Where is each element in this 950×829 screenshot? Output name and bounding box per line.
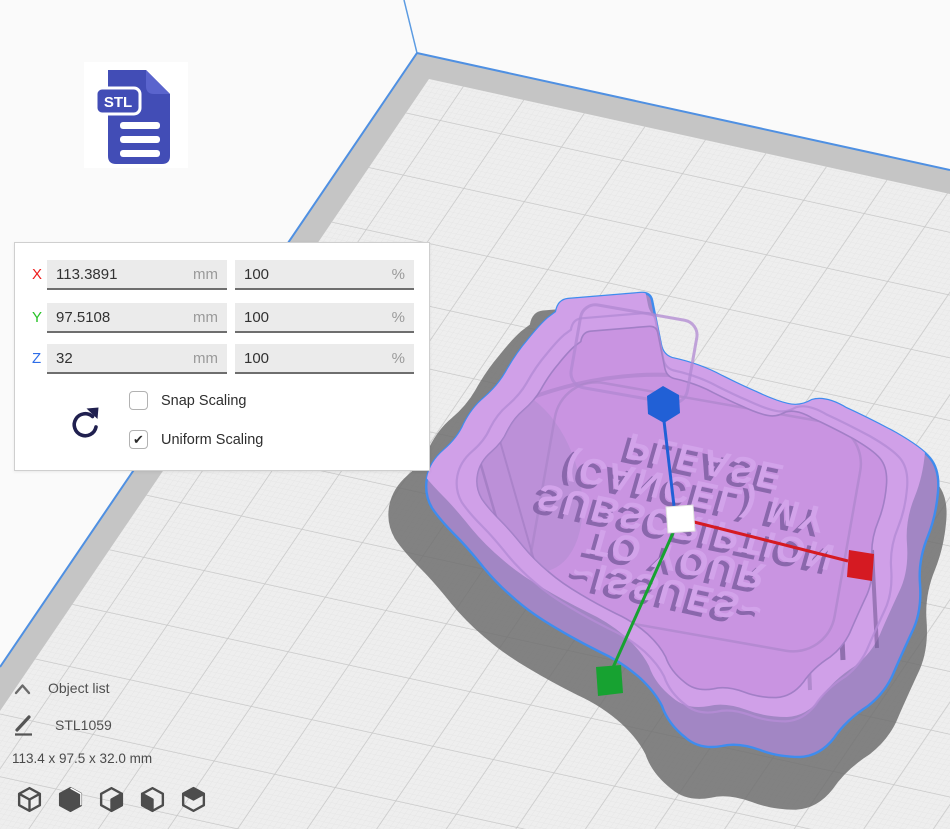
view-left-icon[interactable]: [138, 785, 167, 814]
axis-z-label: Z: [32, 344, 48, 374]
view-front-icon[interactable]: [56, 785, 85, 814]
unit-percent-label: %: [392, 303, 405, 333]
snap-scaling-label: Snap Scaling: [161, 393, 246, 409]
reset-rotate-icon: [68, 406, 102, 442]
object-list-header[interactable]: Object list: [48, 680, 109, 696]
scale-x-percent-input[interactable]: [235, 260, 414, 290]
collapse-caret-icon[interactable]: [13, 681, 33, 697]
unit-mm-label: mm: [193, 303, 218, 333]
snap-scaling-row: Snap Scaling: [129, 391, 246, 410]
model-dimensions-label: 113.4 x 97.5 x 32.0 mm: [12, 751, 152, 766]
uniform-scaling-label: Uniform Scaling: [161, 432, 263, 448]
stl-file-thumbnail: STL: [84, 62, 188, 168]
reset-scale-button[interactable]: [68, 406, 102, 442]
scale-tool-panel: X mm % Y mm % Z mm: [14, 242, 430, 471]
object-list-item-name[interactable]: STL1059: [55, 717, 112, 733]
view-right-icon[interactable]: [179, 785, 208, 814]
view-top-icon[interactable]: [97, 785, 126, 814]
stl-file-icon: STL: [84, 62, 188, 168]
view-3d-icon[interactable]: [15, 785, 44, 814]
gizmo-y-handle[interactable]: [596, 665, 623, 696]
gizmo-center-handle[interactable]: [666, 505, 695, 533]
unit-percent-label: %: [392, 260, 405, 290]
unit-mm-label: mm: [193, 344, 218, 374]
gizmo-x-handle[interactable]: [847, 550, 874, 581]
scale-z-percent-input[interactable]: [235, 344, 414, 374]
axis-y-label: Y: [32, 303, 48, 333]
stl-badge-label: STL: [104, 94, 132, 111]
camera-view-toolbar: [15, 785, 208, 814]
snap-scaling-checkbox[interactable]: [129, 391, 148, 410]
axis-x-label: X: [32, 260, 48, 290]
uniform-scaling-row: ✔ Uniform Scaling: [129, 430, 263, 449]
scale-y-percent-input[interactable]: [235, 303, 414, 333]
application-window: PLEASE (CANCEL) MY SUBSCRIPTION TO YOUR …: [0, 0, 950, 829]
rename-pencil-icon[interactable]: [13, 713, 35, 737]
uniform-scaling-checkbox[interactable]: ✔: [129, 430, 148, 449]
unit-mm-label: mm: [193, 260, 218, 290]
unit-percent-label: %: [392, 344, 405, 374]
